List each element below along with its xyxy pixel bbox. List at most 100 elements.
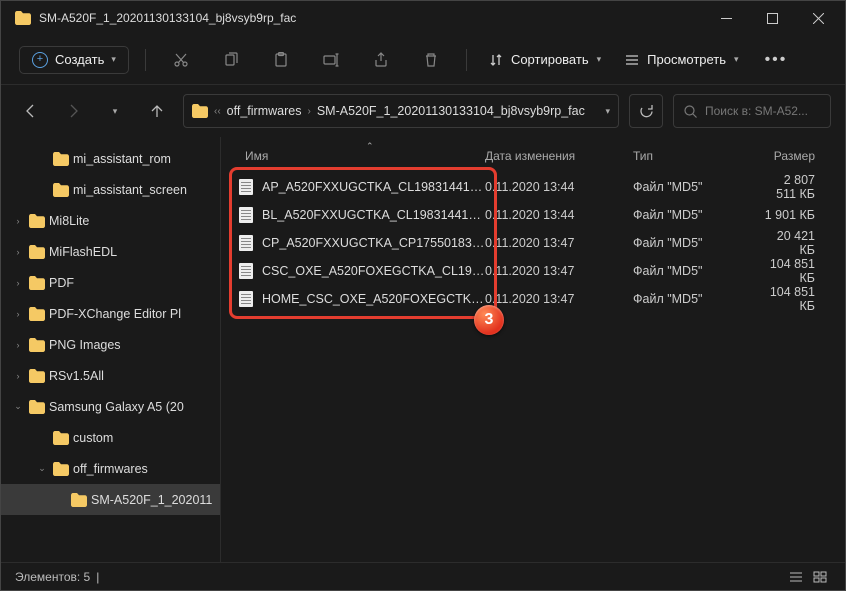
sort-label: Сортировать [511,52,589,67]
folder-icon [53,152,69,166]
delete-icon[interactable] [412,44,450,76]
copy-icon[interactable] [212,44,250,76]
chevron-down-icon: ▾ [734,54,739,65]
col-type[interactable]: Тип [633,149,761,163]
breadcrumb[interactable]: ‹‹ off_firmwares › SM-A520F_1_2020113013… [183,94,619,128]
folder-icon [29,245,45,259]
chevron-left-icon: ‹‹ [214,106,221,117]
up-button[interactable] [141,95,173,127]
sidebar-tree: mi_assistant_rom mi_assistant_screen › Mi8L… [1,137,220,562]
refresh-button[interactable] [629,94,663,128]
cut-icon[interactable] [162,44,200,76]
chevron-down-icon: ▾ [597,54,602,65]
file-name: CP_A520FXXUGCTKA_CP17550183_CL198... [262,236,485,250]
file-row[interactable]: AP_A520FXXUGCTKA_CL19831441_QB362...0.11… [233,173,837,201]
share-icon[interactable] [362,44,400,76]
window-title: SM-A520F_1_20201130133104_bj8vsyb9rp_fac [39,11,703,25]
chevron-icon: ⌄ [35,463,49,474]
sidebar-item-label: Samsung Galaxy A5 (20 [49,400,184,414]
statusbar: Элементов: 5 | [1,562,845,590]
create-button[interactable]: + Создать ▾ [19,46,129,74]
sidebar-item-label: Mi8Lite [49,214,89,228]
item-count: Элементов: 5 [15,570,90,584]
chevron-right-icon: › [307,106,310,117]
close-button[interactable] [795,2,841,34]
file-size: 20 421 КБ [761,229,837,257]
forward-button[interactable] [57,95,89,127]
breadcrumb-folder-icon [192,104,208,118]
file-row[interactable]: HOME_CSC_OXE_A520FOXEGCTKA_CL19...0.11.2… [233,285,837,313]
file-name: HOME_CSC_OXE_A520FOXEGCTKA_CL19... [262,292,485,306]
chevron-icon: › [11,309,25,319]
folder-icon [53,431,69,445]
view-icon [625,53,639,67]
file-date: 0.11.2020 13:47 [485,236,633,250]
file-size: 104 851 КБ [761,285,837,313]
view-label: Просмотреть [647,52,726,67]
more-button[interactable]: ••• [757,51,796,69]
file-row[interactable]: CP_A520FXXUGCTKA_CP17550183_CL198...0.11… [233,229,837,257]
col-date[interactable]: Дата изменения [485,149,633,163]
sidebar-item[interactable]: › Mi8Lite [1,205,220,236]
chevron-icon: › [11,278,25,288]
file-name: CSC_OXE_A520FOXEGCTKA_CL19831441_... [262,264,485,278]
file-date: 0.11.2020 13:47 [485,292,633,306]
sidebar-item-label: off_firmwares [73,462,148,476]
chevron-icon: › [11,216,25,226]
window-folder-icon [15,11,31,25]
breadcrumb-segment[interactable]: off_firmwares [227,104,302,118]
sidebar-item[interactable]: mi_assistant_rom [1,143,220,174]
file-size: 1 901 КБ [761,208,837,222]
file-rows: AP_A520FXXUGCTKA_CL19831441_QB362...0.11… [233,173,837,313]
file-type: Файл "MD5" [633,264,761,278]
details-view-button[interactable] [785,568,807,586]
back-button[interactable] [15,95,47,127]
sidebar-item-label: PNG Images [49,338,121,352]
file-icon [239,235,253,251]
chevron-icon: › [11,371,25,381]
minimize-button[interactable] [703,2,749,34]
create-label: Создать [55,52,104,67]
folder-icon [29,307,45,321]
folder-icon [29,276,45,290]
file-row[interactable]: BL_A520FXXUGCTKA_CL19831441_QB362...0.11… [233,201,837,229]
sidebar-item[interactable]: ⌄Samsung Galaxy A5 (20 [1,391,220,422]
file-icon [239,263,253,279]
titlebar: SM-A520F_1_20201130133104_bj8vsyb9rp_fac [1,1,845,35]
sort-button[interactable]: Сортировать ▾ [483,52,607,67]
folder-icon [53,183,69,197]
sidebar-item-label: RSv1.5All [49,369,104,383]
sidebar-item[interactable]: mi_assistant_screen [1,174,220,205]
file-date: 0.11.2020 13:44 [485,180,633,194]
annotation-badge: 3 [474,305,504,335]
separator [145,49,146,71]
rename-icon[interactable] [312,44,350,76]
sidebar-item-label: PDF-XChange Editor Pl [49,307,181,321]
sidebar-item-label: mi_assistant_screen [73,183,187,197]
history-button[interactable]: ▾ [99,95,131,127]
folder-icon [29,400,45,414]
breadcrumb-segment[interactable]: SM-A520F_1_20201130133104_bj8vsyb9rp_fac [317,104,585,118]
sidebar-item[interactable]: SM-A520F_1_202011 [1,484,220,515]
file-row[interactable]: CSC_OXE_A520FOXEGCTKA_CL19831441_...0.11… [233,257,837,285]
sidebar-item[interactable]: ⌄ off_firmwares [1,453,220,484]
paste-icon[interactable] [262,44,300,76]
chevron-icon: › [11,340,25,350]
view-button[interactable]: Просмотреть ▾ [619,52,744,67]
sidebar-item-label: PDF [49,276,74,290]
col-name[interactable]: Имя [233,149,485,163]
folder-icon [53,462,69,476]
grid-view-button[interactable] [809,568,831,586]
sidebar-item[interactable]: › PDF-XChange Editor Pl [1,298,220,329]
sidebar-item[interactable]: › RSv1.5All [1,360,220,391]
sidebar-item[interactable]: ›MiFlashEDL [1,236,220,267]
chevron-down-icon[interactable]: ▾ [605,106,610,117]
file-type: Файл "MD5" [633,180,761,194]
plus-icon: + [32,52,48,68]
sidebar-item[interactable]: › PDF [1,267,220,298]
maximize-button[interactable] [749,2,795,34]
search-input[interactable]: Поиск в: SM-A52... [673,94,831,128]
sidebar-item[interactable]: › PNG Images [1,329,220,360]
sidebar-item[interactable]: custom [1,422,220,453]
col-size[interactable]: Размер [761,149,837,163]
